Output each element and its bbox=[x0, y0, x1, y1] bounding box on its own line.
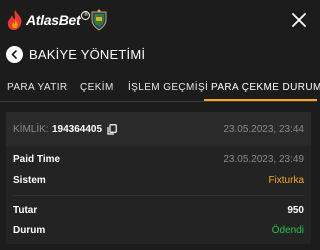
system-label: Sistem bbox=[13, 175, 46, 186]
paid-time-value: 23.05.2023, 23:49 bbox=[223, 154, 304, 165]
tab-deposit[interactable]: PARA YATIR bbox=[7, 82, 68, 93]
tab-bar: PARA YATIR ÇEKİM İŞLEM GEÇMİŞİ PARA ÇEKM… bbox=[0, 74, 320, 102]
crest-icon bbox=[91, 9, 107, 31]
tab-withdraw[interactable]: ÇEKİM bbox=[80, 82, 114, 93]
withdrawal-id-value: 194364405 bbox=[52, 124, 103, 135]
card-divider bbox=[13, 195, 304, 196]
withdrawal-card-header: KİMLİK: 194364405 23.05.2023, 23:44 bbox=[6, 112, 311, 146]
paid-time-label: Paid Time bbox=[13, 154, 61, 165]
brand-logo[interactable]: AtlasBet ® bbox=[6, 9, 91, 31]
back-button[interactable] bbox=[6, 46, 23, 63]
status-label: Durum bbox=[13, 225, 46, 236]
tab-transaction-history[interactable]: İŞLEM GEÇMİŞİ bbox=[128, 82, 208, 93]
app-header: AtlasBet ® bbox=[0, 0, 317, 40]
page-title: BAKİYE YÖNETİMİ bbox=[29, 47, 146, 62]
amount-label: Tutar bbox=[13, 205, 38, 216]
brand-name: AtlasBet bbox=[26, 12, 81, 28]
status-badge: Ödendi bbox=[271, 225, 304, 236]
page-titlebar: BAKİYE YÖNETİMİ bbox=[0, 42, 317, 72]
withdrawal-id-label: KİMLİK: bbox=[13, 124, 49, 135]
tab-withdrawal-status[interactable]: PARA ÇEKME DURUMU bbox=[211, 82, 320, 93]
flame-icon bbox=[7, 10, 22, 30]
withdrawal-created-date: 23.05.2023, 23:44 bbox=[223, 124, 304, 135]
active-tab-indicator bbox=[204, 99, 317, 101]
copy-icon[interactable] bbox=[107, 124, 117, 135]
system-value: Fixturka bbox=[268, 175, 304, 186]
withdrawal-card: KİMLİK: 194364405 23.05.2023, 23:44 Paid… bbox=[6, 112, 311, 244]
chevron-left-icon bbox=[11, 50, 17, 59]
amount-value: 950 bbox=[287, 205, 304, 216]
close-icon[interactable] bbox=[290, 11, 308, 29]
